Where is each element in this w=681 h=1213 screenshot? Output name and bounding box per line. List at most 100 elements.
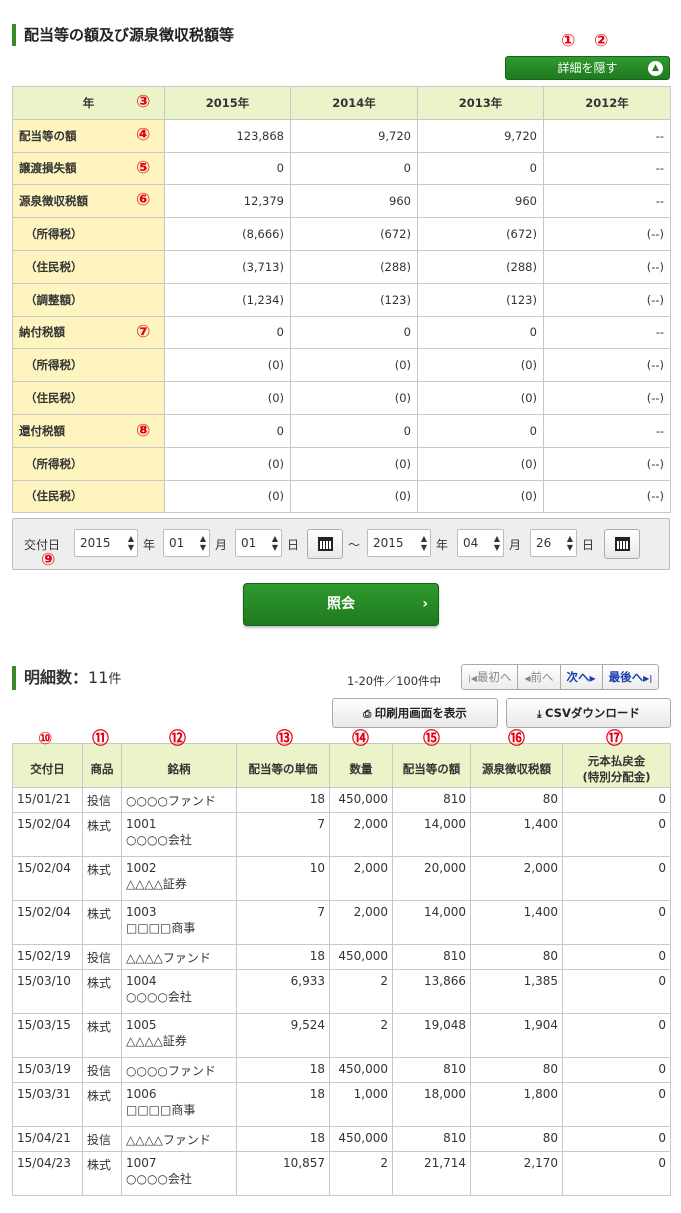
cell-name-line1: △△△△ファンド	[126, 1133, 211, 1147]
table-row: 15/02/04 株式 1003 □□□□商事 7 2,000 14,000 1,400 0	[12, 900, 671, 945]
summary-row: （所得税） (0) (0) (0) (--)	[12, 446, 671, 481]
cell-date: 15/03/19	[12, 1057, 83, 1083]
next-icon: ▶	[589, 674, 596, 683]
summary-row-label: （所得税）	[12, 348, 165, 383]
from-month-value: 01	[169, 536, 185, 550]
cell-quantity: 450,000	[329, 1057, 393, 1083]
to-calendar-button[interactable]	[604, 529, 640, 559]
first-icon: |◀	[468, 674, 477, 683]
marker-5: ⑤	[136, 158, 151, 178]
marker-7: ⑦	[136, 322, 151, 342]
spinner-icon: ▲ ▼	[199, 534, 206, 552]
summary-cell: (0)	[290, 348, 418, 383]
cell-product: 株式	[82, 1151, 122, 1196]
cell-product: 株式	[82, 969, 122, 1014]
summary-row: （調整額） (1,234) (123) (123) (--)	[12, 282, 671, 317]
year-col: 2013年	[417, 86, 544, 120]
summary-cell: 123,868	[164, 118, 291, 153]
summary-row: （住民税） (0) (0) (0) (--)	[12, 381, 671, 415]
to-day-select[interactable]: 26 ▲ ▼	[530, 529, 577, 557]
last-icon: ▶|	[643, 674, 653, 683]
cell-name-line2: ○○○○会社	[126, 833, 192, 847]
from-calendar-button[interactable]	[307, 529, 343, 559]
table-row: 15/04/21 投信 △△△△ファンド 18 450,000 810 80 0	[12, 1126, 671, 1152]
print-view-button[interactable]: ⎙ 印刷用画面を表示	[332, 698, 498, 728]
cell-name-line1: 1006	[126, 1087, 157, 1101]
marker-17: ⑰	[606, 729, 623, 749]
cell-refund: 0	[562, 944, 671, 970]
cell-name: 1003 □□□□商事	[121, 900, 237, 945]
summary-row-label: （住民税）	[12, 249, 165, 284]
cell-quantity: 2	[329, 1151, 393, 1196]
chevron-up-icon: ▲	[648, 61, 663, 76]
summary-cell: (0)	[417, 348, 544, 383]
summary-cell: (0)	[164, 479, 291, 514]
cell-amount: 14,000	[392, 900, 471, 945]
cell-refund: 0	[562, 787, 671, 813]
cell-quantity: 2	[329, 969, 393, 1014]
summary-cell: (--)	[543, 446, 671, 481]
summary-cell: --	[543, 315, 671, 350]
summary-table: 年 2015年 2014年 2013年 2012年 配当等の額 123,868 9,…	[12, 86, 671, 514]
summary-row-label: （所得税）	[12, 217, 165, 251]
cell-name-line1: 1002	[126, 861, 157, 875]
pager: |◀最初へ ◀前へ 次へ▶ 最後へ▶|	[461, 664, 660, 690]
summary-cell: (0)	[164, 446, 291, 481]
pager-next[interactable]: 次へ▶	[560, 665, 603, 689]
cell-refund: 0	[562, 1057, 671, 1083]
to-day-value: 26	[536, 536, 552, 550]
pager-last[interactable]: 最後へ▶|	[602, 665, 659, 689]
cell-quantity: 2,000	[329, 812, 393, 857]
csv-download-button[interactable]: ⤓ CSVダウンロード	[506, 698, 671, 728]
detail-header-row: 交付日 商品 銘柄 配当等の単価 数量 配当等の額 源泉徴収税額 元本払戻金 (特…	[12, 743, 671, 788]
cell-date: 15/02/19	[12, 944, 83, 970]
hide-details-label: 詳細を隠す	[557, 61, 618, 75]
summary-cell: (288)	[417, 249, 544, 284]
printer-icon: ⎙	[363, 709, 375, 720]
marker-12: ⑫	[169, 729, 186, 749]
csv-download-label: CSVダウンロード	[545, 706, 640, 720]
cell-withholding-tax: 1,400	[470, 812, 563, 857]
to-year-select[interactable]: 2015 ▲ ▼	[367, 529, 431, 557]
from-month-select[interactable]: 01 ▲ ▼	[163, 529, 210, 557]
cell-unit-price: 18	[236, 1082, 330, 1127]
summary-cell: (123)	[290, 282, 418, 317]
year-unit: 年	[436, 538, 449, 552]
hide-details-button[interactable]: 詳細を隠す ▲	[505, 56, 670, 80]
year-col: 2014年	[290, 86, 418, 120]
summary-cell: 0	[164, 413, 291, 448]
day-unit: 日	[287, 538, 300, 552]
inquiry-button[interactable]: 照会 ›	[243, 583, 439, 626]
cell-product: 投信	[82, 787, 122, 813]
spinner-icon: ▲ ▼	[566, 534, 573, 552]
summary-cell: 960	[290, 184, 418, 219]
cell-product: 株式	[82, 900, 122, 945]
summary-row: 譲渡損失額 0 0 0 --	[12, 151, 671, 186]
date-filter: 交付日 2015 ▲ ▼ 年 01 ▲ ▼ 月 01 ▲ ▼ 日 ～ 2015 ▲ ▼ 年 04…	[12, 518, 670, 570]
pager-first-label: 最初へ	[476, 670, 512, 684]
cell-name-line1: 1001	[126, 817, 157, 831]
month-unit: 月	[509, 538, 522, 552]
spinner-icon: ▲ ▼	[493, 534, 500, 552]
cell-name: △△△△ファンド	[121, 1126, 237, 1152]
summary-row: 納付税額 0 0 0 --	[12, 315, 671, 350]
from-year-select[interactable]: 2015 ▲ ▼	[74, 529, 138, 557]
to-month-select[interactable]: 04 ▲ ▼	[457, 529, 504, 557]
detail-count-label: 明細数：	[24, 668, 89, 687]
summary-cell: --	[543, 118, 671, 153]
col-withholding-tax: 源泉徴収税額	[470, 743, 563, 788]
pager-first[interactable]: |◀最初へ	[462, 665, 519, 689]
summary-row: 還付税額 0 0 0 --	[12, 413, 671, 448]
cell-name: 1001 ○○○○会社	[121, 812, 237, 857]
cell-amount: 810	[392, 787, 471, 813]
pager-prev[interactable]: ◀前へ	[518, 665, 561, 689]
marker-8: ⑧	[136, 421, 151, 441]
cell-withholding-tax: 2,000	[470, 856, 563, 901]
from-day-select[interactable]: 01 ▲ ▼	[235, 529, 282, 557]
cell-name-line2: △△△△証券	[126, 1034, 187, 1048]
summary-cell: (672)	[417, 217, 544, 251]
col-unit-price: 配当等の単価	[236, 743, 330, 788]
range-text: 1-20件／100件中	[347, 674, 442, 688]
summary-cell: (0)	[417, 446, 544, 481]
from-day-value: 01	[241, 536, 257, 550]
